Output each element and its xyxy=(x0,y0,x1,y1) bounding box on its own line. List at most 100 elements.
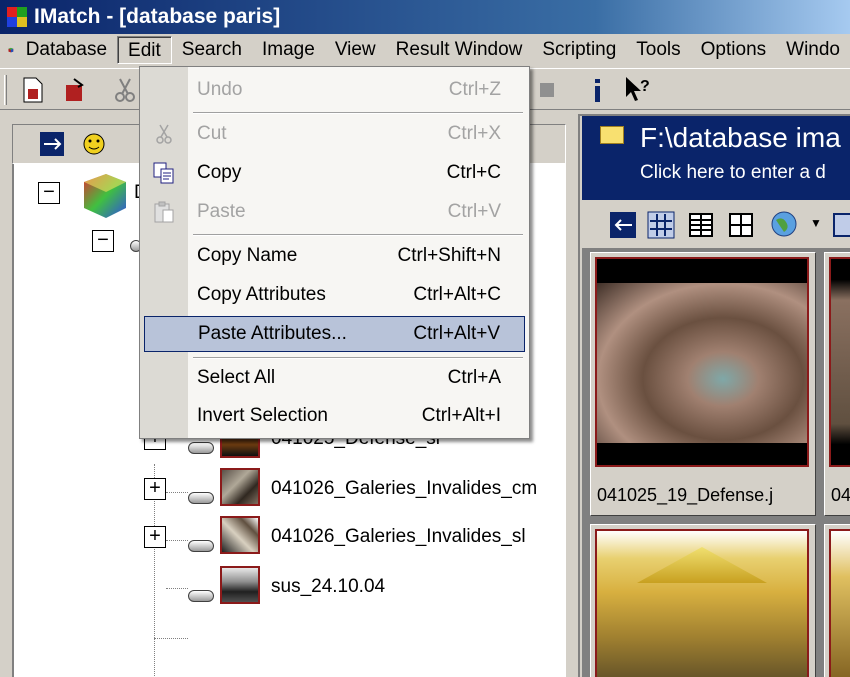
folder-thumbnail xyxy=(220,468,260,506)
menu-item-shortcut: Ctrl+Z xyxy=(448,79,501,100)
menu-separator xyxy=(193,234,523,236)
info-icon[interactable] xyxy=(582,75,612,105)
grid-large-icon[interactable] xyxy=(646,210,676,240)
menu-item-select-all[interactable]: Select All Ctrl+A xyxy=(144,361,525,395)
open-database-icon[interactable] xyxy=(60,75,90,105)
result-window: F:\database ima Click here to enter a d … xyxy=(578,114,850,677)
menu-item-shortcut: Ctrl+Alt+I xyxy=(421,405,501,426)
drive-icon xyxy=(188,492,214,504)
thumbnail-caption: 04 xyxy=(831,485,850,505)
tree-item-label[interactable]: 041026_Galeries_Invalides_sl xyxy=(271,526,526,548)
menu-item-paste-attributes[interactable]: Paste Attributes... Ctrl+Alt+V xyxy=(144,316,525,352)
menu-scripting[interactable]: Scripting xyxy=(532,36,626,64)
menu-item-shortcut: Ctrl+V xyxy=(447,201,501,222)
menu-item-shortcut: Ctrl+C xyxy=(446,162,501,183)
sync-icon[interactable] xyxy=(39,131,65,157)
menu-item-label: Copy xyxy=(197,162,242,183)
menu-item-label: Copy Name xyxy=(197,245,298,266)
thumbnail-cell[interactable]: 041025_19_Defense.j xyxy=(590,252,816,516)
folder-thumbnail xyxy=(220,516,260,554)
database-cube-icon xyxy=(84,174,126,218)
context-help-icon[interactable]: ? xyxy=(622,75,652,105)
thumbnail-caption: 041025_19_Defense.j xyxy=(597,485,774,505)
menu-search[interactable]: Search xyxy=(172,36,252,64)
menu-item-label: Select All xyxy=(197,367,276,388)
thumbnail-cell[interactable] xyxy=(824,524,850,677)
tree-expand[interactable]: + xyxy=(144,526,166,548)
menu-item-copy-name[interactable]: Copy Name Ctrl+Shift+N xyxy=(144,239,525,273)
menu-item-invert-selection[interactable]: Invert Selection Ctrl+Alt+I xyxy=(144,399,525,433)
menu-item-shortcut: Ctrl+Alt+C xyxy=(413,284,501,305)
thumbnail-photo xyxy=(637,547,767,583)
menu-tools[interactable]: Tools xyxy=(626,36,690,64)
dropdown-arrow-icon[interactable]: ▼ xyxy=(810,216,822,230)
folder-icon xyxy=(600,126,624,144)
folder-thumbnail xyxy=(220,566,260,604)
menu-view[interactable]: View xyxy=(325,36,386,64)
menu-separator xyxy=(193,357,523,359)
tree-line xyxy=(166,492,188,493)
menu-item-shortcut: Ctrl+X xyxy=(447,123,501,144)
tree-collapse-root[interactable]: − xyxy=(38,182,60,204)
menu-item-copy[interactable]: Copy Ctrl+C xyxy=(144,156,525,190)
menu-item-shortcut: Ctrl+Alt+V xyxy=(413,323,500,344)
smiley-icon[interactable] xyxy=(81,131,107,157)
menu-item-shortcut: Ctrl+A xyxy=(447,367,501,388)
thumbnail-photo xyxy=(597,283,807,443)
result-path: F:\database ima xyxy=(640,122,841,153)
thumbnail-image xyxy=(595,529,809,677)
menu-item-label: Paste xyxy=(197,201,246,222)
window-title: IMatch - [database paris] xyxy=(34,5,281,28)
scissors-icon xyxy=(156,124,172,144)
thumbnail-image xyxy=(829,257,850,467)
menu-window[interactable]: Windo xyxy=(776,36,850,64)
tree-line xyxy=(166,588,188,589)
tree-expand[interactable]: + xyxy=(144,478,166,500)
result-description-hint[interactable]: Click here to enter a d xyxy=(640,162,826,184)
drive-icon xyxy=(188,442,214,454)
grid-small-icon[interactable] xyxy=(726,210,756,240)
menu-item-label: Invert Selection xyxy=(197,405,328,426)
svg-text:?: ? xyxy=(640,78,650,95)
thumbnail-cell[interactable] xyxy=(590,524,816,677)
grid-extra-icon[interactable] xyxy=(830,210,850,240)
paste-icon xyxy=(154,201,174,223)
menu-item-label: Cut xyxy=(197,123,227,144)
menu-options[interactable]: Options xyxy=(691,36,776,64)
tree-item-label[interactable]: sus_24.10.04 xyxy=(271,576,385,598)
menu-database[interactable]: Database xyxy=(16,36,117,64)
menu-result-window[interactable]: Result Window xyxy=(386,36,533,64)
menu-item-copy-attributes[interactable]: Copy Attributes Ctrl+Alt+C xyxy=(144,278,525,312)
thumbnail-image xyxy=(595,257,809,467)
menu-item-cut[interactable]: Cut Ctrl+X xyxy=(144,117,525,151)
sync-left-icon[interactable] xyxy=(608,210,638,240)
drive-icon xyxy=(188,540,214,552)
toolbar-grip[interactable] xyxy=(4,75,7,105)
globe-icon[interactable] xyxy=(768,208,800,240)
copy-icon xyxy=(153,162,174,184)
menu-bar: Database Edit Search Image View Result W… xyxy=(0,34,850,66)
new-database-icon[interactable] xyxy=(18,75,48,105)
drive-icon xyxy=(188,590,214,602)
menu-item-undo[interactable]: Undo Ctrl+Z xyxy=(144,73,525,107)
menu-item-shortcut: Ctrl+Shift+N xyxy=(397,245,501,266)
menu-separator xyxy=(193,112,523,114)
database-icon[interactable] xyxy=(8,39,14,61)
tree-line xyxy=(154,638,188,639)
result-toolbar: ▼ xyxy=(582,202,850,248)
app-icon xyxy=(7,7,27,27)
tree-line xyxy=(166,540,188,541)
thumbnail-image xyxy=(829,529,850,677)
stop-icon[interactable] xyxy=(532,75,562,105)
title-bar: IMatch - [database paris] xyxy=(0,0,850,34)
menu-item-label: Copy Attributes xyxy=(197,284,326,305)
result-header[interactable]: F:\database ima Click here to enter a d xyxy=(582,116,850,200)
menu-item-paste[interactable]: Paste Ctrl+V xyxy=(144,195,525,229)
grid-medium-icon[interactable] xyxy=(686,210,716,240)
menu-image[interactable]: Image xyxy=(252,36,325,64)
thumbnail-cell[interactable]: 04 xyxy=(824,252,850,516)
menu-edit[interactable]: Edit xyxy=(117,36,172,64)
scissors-icon[interactable] xyxy=(110,75,140,105)
tree-item-label[interactable]: 041026_Galeries_Invalides_cm xyxy=(271,478,537,500)
tree-collapse-drive[interactable]: − xyxy=(92,230,114,252)
